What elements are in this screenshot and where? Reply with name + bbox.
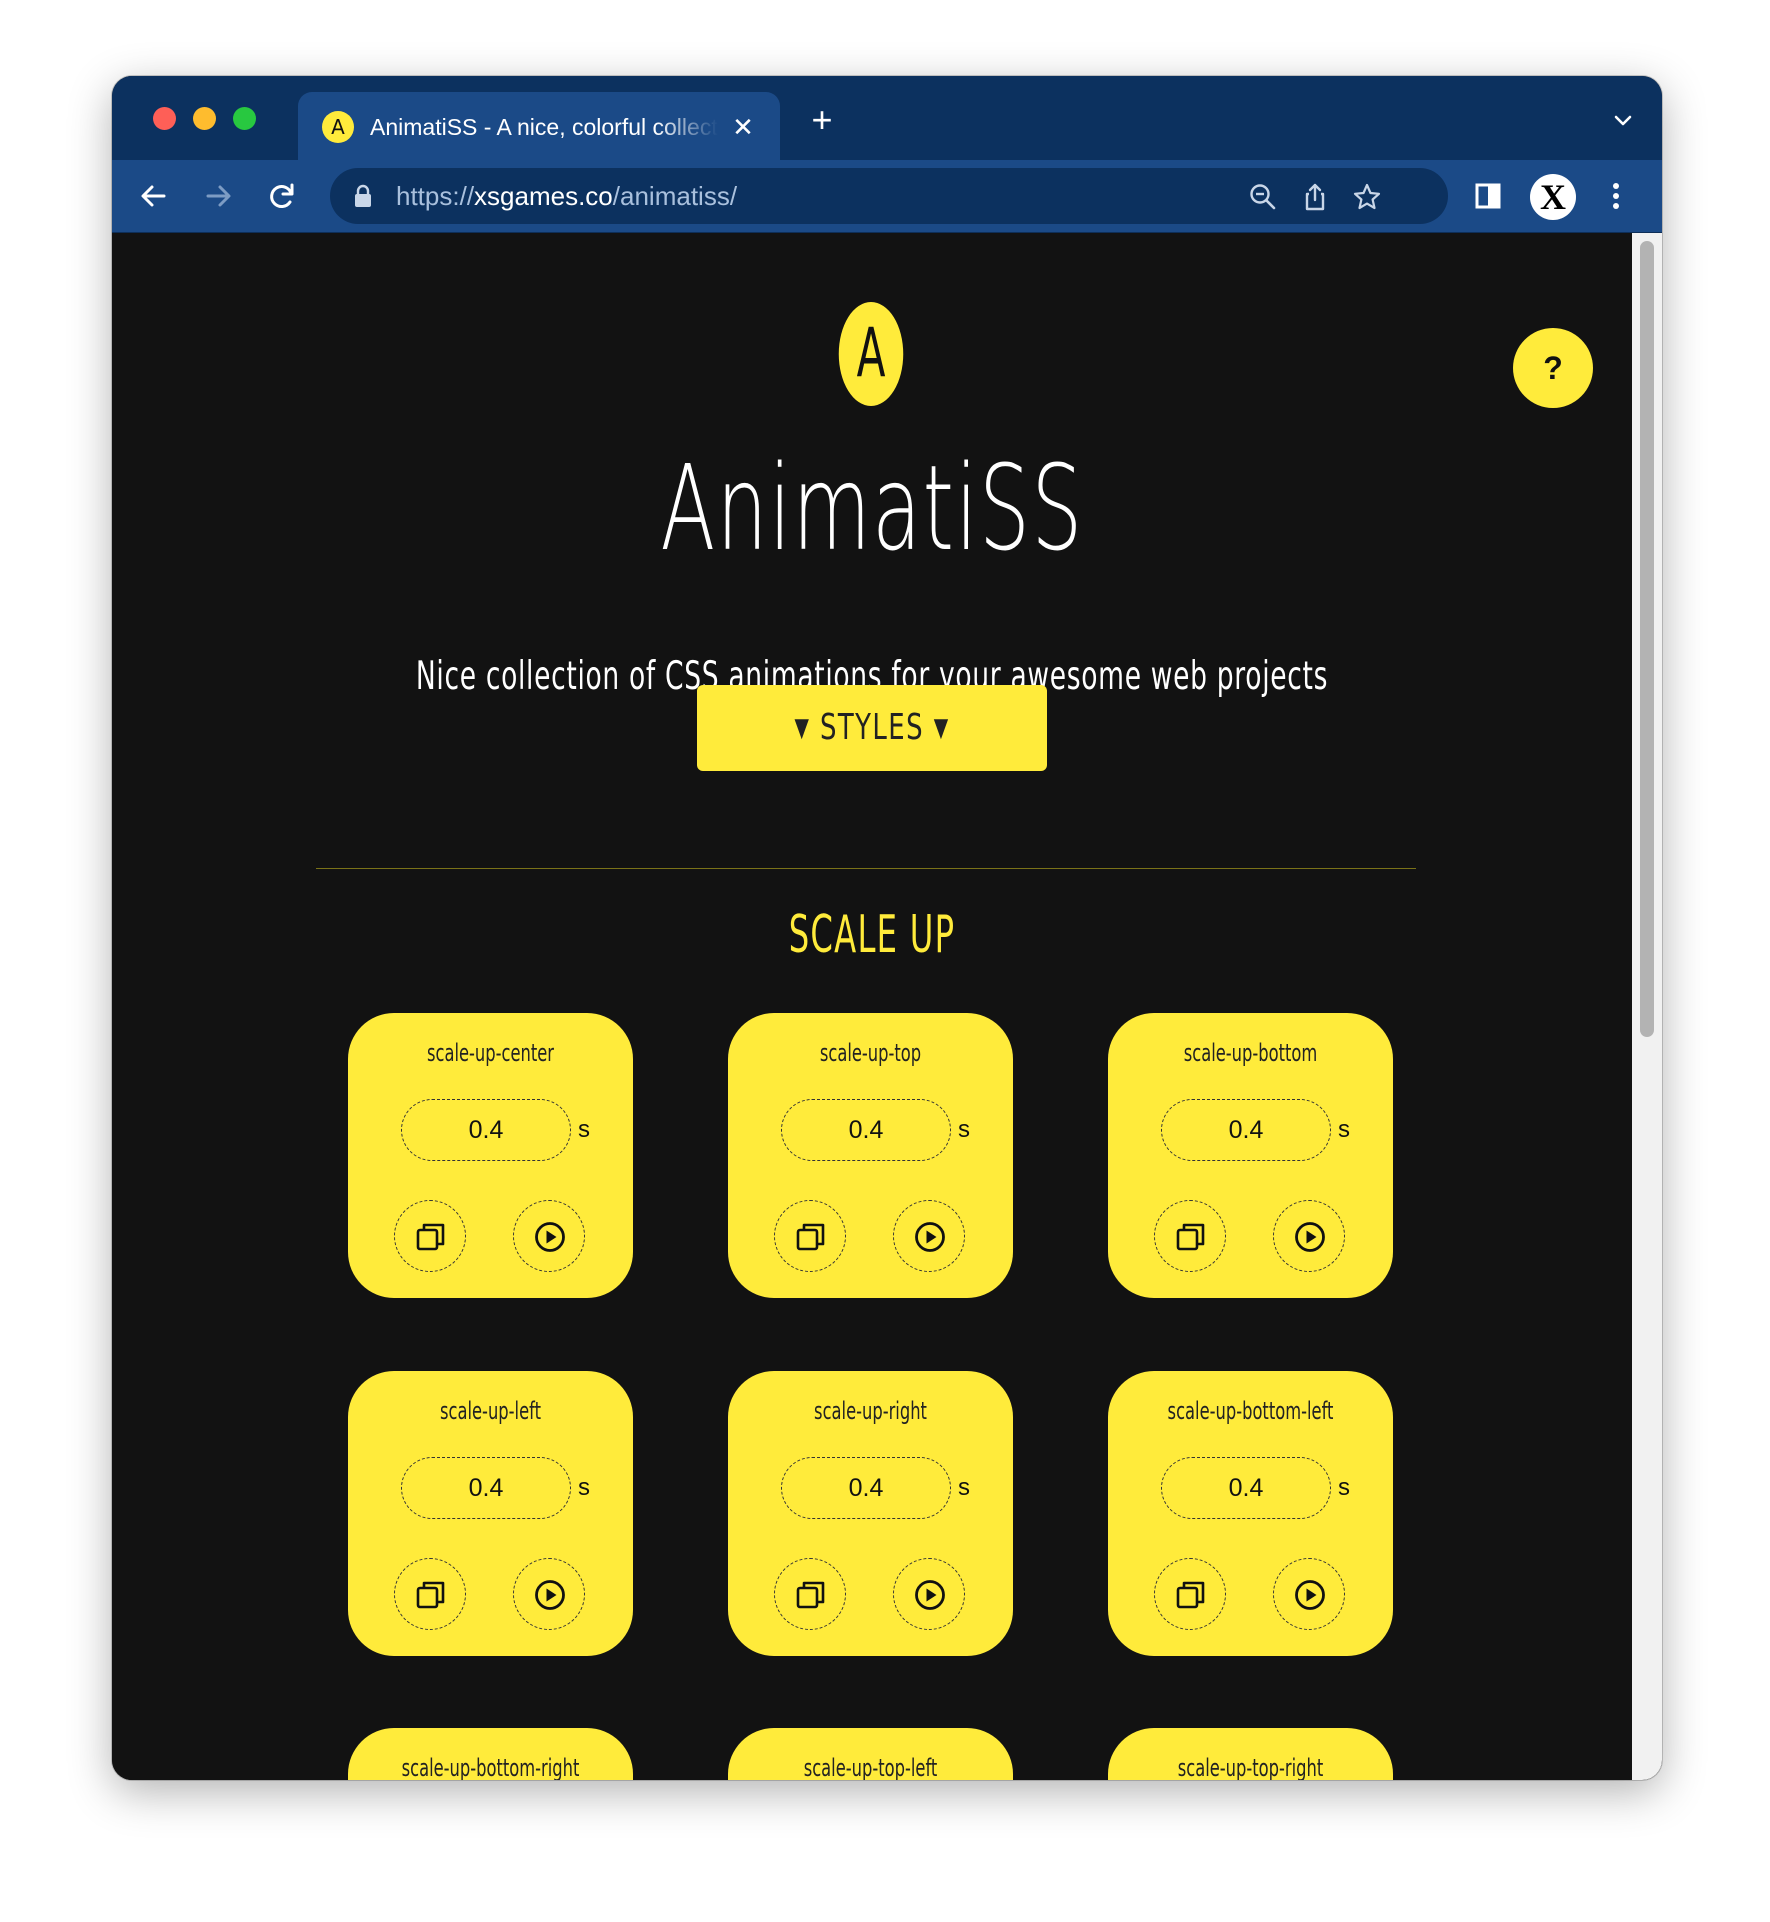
play-button[interactable] [513, 1558, 585, 1630]
minimize-window-button[interactable] [193, 107, 216, 130]
play-icon [535, 1222, 565, 1252]
duration-unit: s [578, 1116, 590, 1143]
card-title: scale-up-top-left [803, 1754, 938, 1780]
animation-card: scale-up-bottom-left s [1108, 1371, 1393, 1656]
copy-button[interactable] [774, 1558, 846, 1630]
card-title: scale-up-bottom-right [401, 1754, 580, 1780]
url-path: /animatiss/ [612, 181, 738, 211]
tab-title: AnimatiSS - A nice, colorful collection … [370, 114, 718, 140]
card-title: scale-up-center [426, 1039, 555, 1067]
card-title: scale-up-top [819, 1039, 922, 1067]
duration-input[interactable] [401, 1099, 571, 1161]
bookmark-star-icon[interactable] [1352, 182, 1382, 212]
close-window-button[interactable] [153, 107, 176, 130]
duration-input[interactable] [1161, 1457, 1331, 1519]
copy-button[interactable] [394, 1200, 466, 1272]
lock-icon[interactable] [354, 184, 372, 208]
animation-card: scale-up-center s [348, 1013, 633, 1298]
duration-unit: s [578, 1474, 590, 1501]
copy-button[interactable] [1154, 1200, 1226, 1272]
address-bar[interactable]: https://xsgames.co/animatiss/ [330, 168, 1448, 224]
card-title: scale-up-top-right [1177, 1754, 1324, 1780]
animation-card: scale-up-right s [728, 1371, 1013, 1656]
animation-card: scale-up-bottom-right s [348, 1728, 633, 1780]
tab-animatiss[interactable]: A AnimatiSS - A nice, colorful collectio… [298, 92, 780, 160]
new-tab-button[interactable]: + [802, 100, 842, 140]
play-icon [915, 1580, 945, 1610]
url-text[interactable]: https://xsgames.co/animatiss/ [396, 179, 737, 213]
reload-icon[interactable] [262, 176, 302, 216]
duration-unit: s [1338, 1474, 1350, 1501]
copy-icon [1176, 1581, 1205, 1609]
zoom-window-button[interactable] [233, 107, 256, 130]
duration-input[interactable] [781, 1457, 951, 1519]
copy-icon [796, 1581, 825, 1609]
scrollbar[interactable] [1632, 233, 1662, 1780]
play-button[interactable] [513, 1200, 585, 1272]
copy-button[interactable] [774, 1200, 846, 1272]
profile-avatar[interactable]: X [1530, 174, 1576, 220]
copy-icon [416, 1223, 445, 1251]
close-tab-icon[interactable]: ✕ [726, 110, 760, 144]
browser-toolbar: https://xsgames.co/animatiss/ X [112, 160, 1662, 233]
zoom-icon[interactable] [1248, 182, 1278, 212]
card-title: scale-up-bottom [1183, 1039, 1318, 1067]
duration-unit: s [958, 1474, 970, 1501]
duration-input[interactable] [1161, 1099, 1331, 1161]
card-title: scale-up-right [814, 1397, 927, 1425]
favicon-icon: A [322, 111, 354, 143]
copy-button[interactable] [1154, 1558, 1226, 1630]
animation-card: scale-up-top-left s [728, 1728, 1013, 1780]
duration-unit: s [958, 1116, 970, 1143]
url-host: xsgames.co [474, 181, 613, 211]
card-title: scale-up-bottom-left [1167, 1397, 1334, 1425]
copy-button[interactable] [394, 1558, 466, 1630]
card-title: scale-up-left [440, 1397, 541, 1425]
animation-card: scale-up-bottom s [1108, 1013, 1393, 1298]
animation-grid: scale-up-center s scale-up-top s [112, 233, 1632, 1780]
play-icon [535, 1580, 565, 1610]
forward-icon[interactable] [198, 176, 238, 216]
copy-icon [796, 1223, 825, 1251]
copy-icon [1176, 1223, 1205, 1251]
page-viewport: ? A AnimatiSS Nice collection of CSS ani… [112, 233, 1662, 1780]
play-button[interactable] [1273, 1200, 1345, 1272]
duration-input[interactable] [401, 1457, 571, 1519]
copy-icon [416, 1581, 445, 1609]
animation-card: scale-up-left s [348, 1371, 633, 1656]
scrollbar-thumb[interactable] [1640, 241, 1654, 1037]
play-button[interactable] [893, 1558, 965, 1630]
animation-card: scale-up-top s [728, 1013, 1013, 1298]
play-icon [1295, 1222, 1325, 1252]
play-button[interactable] [1273, 1558, 1345, 1630]
animation-card: scale-up-top-right s [1108, 1728, 1393, 1780]
duration-unit: s [1338, 1116, 1350, 1143]
play-icon [1295, 1580, 1325, 1610]
url-scheme: https:// [396, 181, 475, 211]
play-button[interactable] [893, 1200, 965, 1272]
browser-window: A AnimatiSS - A nice, colorful collectio… [112, 76, 1662, 1780]
tab-search-chevron-down-icon[interactable] [1608, 106, 1638, 136]
menu-dots-icon[interactable] [1596, 176, 1636, 216]
tab-strip: A AnimatiSS - A nice, colorful collectio… [112, 76, 1662, 160]
back-icon[interactable] [134, 176, 174, 216]
share-icon[interactable] [1300, 182, 1330, 212]
duration-input[interactable] [781, 1099, 951, 1161]
side-panel-icon[interactable] [1468, 176, 1508, 216]
play-icon [915, 1222, 945, 1252]
